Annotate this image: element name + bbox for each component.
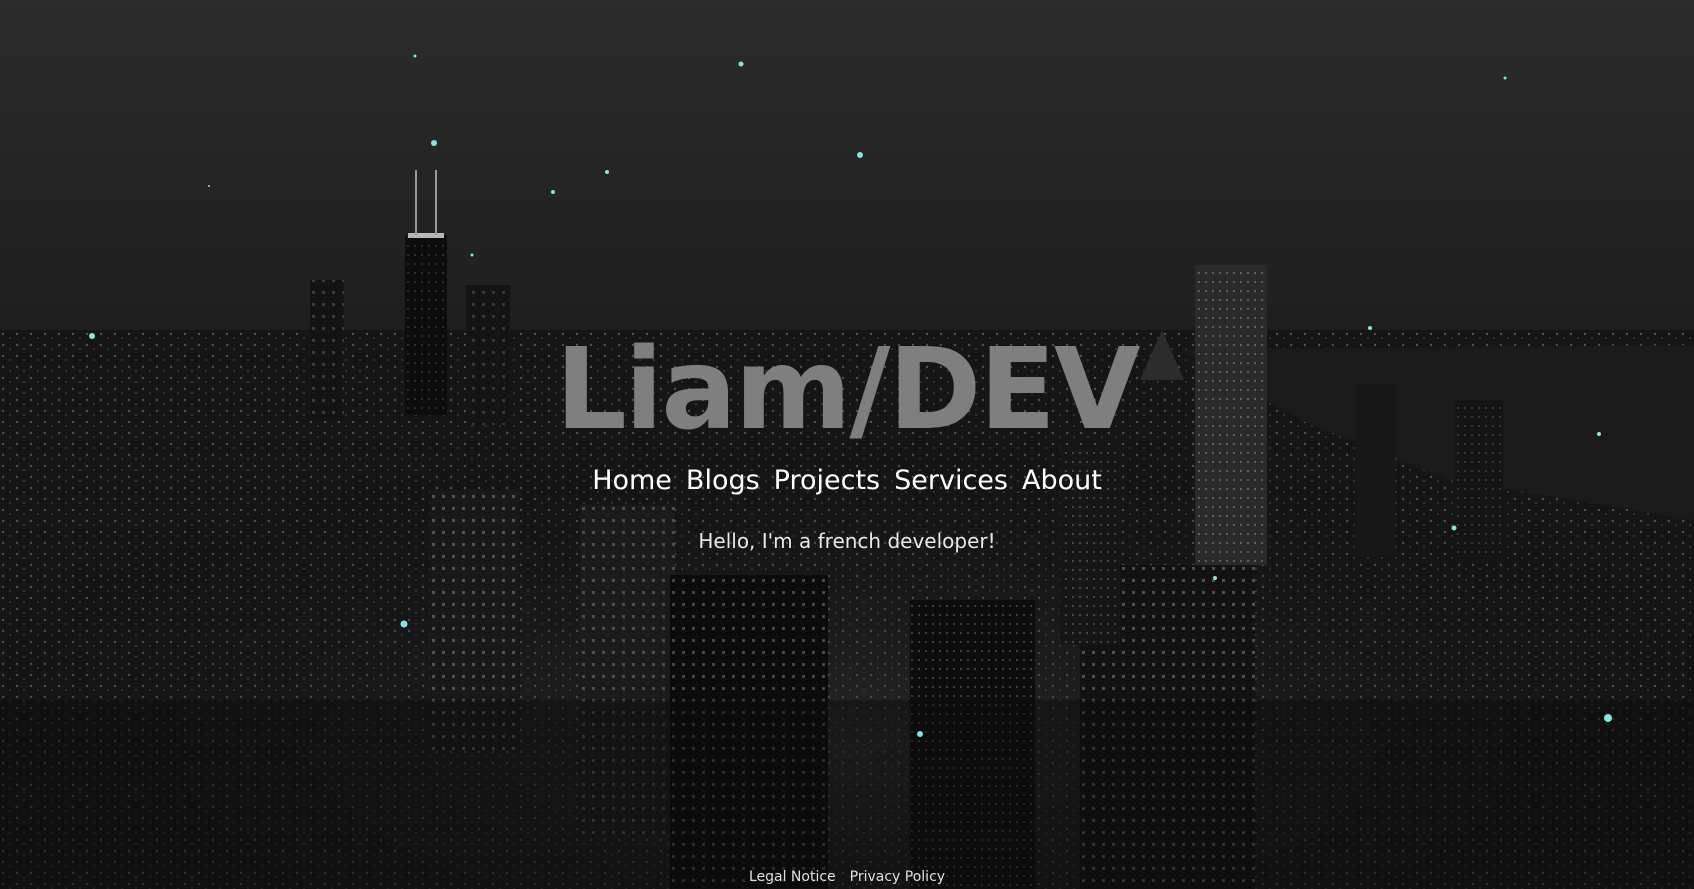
- nav-about-link[interactable]: About: [1022, 464, 1102, 498]
- privacy-policy-link[interactable]: Privacy Policy: [850, 869, 945, 885]
- footer: Legal Notice Privacy Policy: [0, 865, 1694, 889]
- nav-projects-link[interactable]: Projects: [774, 464, 880, 498]
- hero-section: Liam/DEV Home Blogs Projects Services Ab…: [0, 330, 1694, 554]
- nav-services-link[interactable]: Services: [894, 464, 1008, 498]
- main-nav: Home Blogs Projects Services About: [0, 464, 1694, 498]
- hero-tagline: Hello, I'm a french developer!: [698, 529, 996, 553]
- legal-notice-link[interactable]: Legal Notice: [749, 869, 836, 885]
- page: Liam/DEV Home Blogs Projects Services Ab…: [0, 0, 1694, 889]
- nav-home-link[interactable]: Home: [592, 464, 672, 498]
- site-title: Liam/DEV: [555, 325, 1140, 455]
- nav-blogs-link[interactable]: Blogs: [686, 464, 760, 498]
